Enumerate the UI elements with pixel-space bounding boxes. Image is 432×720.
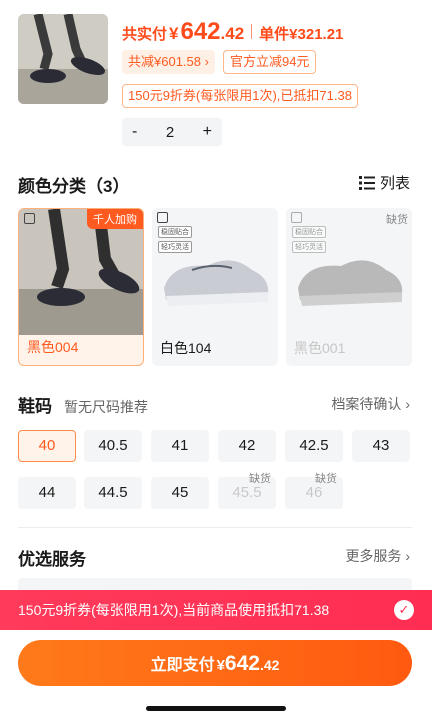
size-option[interactable]: 41 bbox=[151, 430, 209, 462]
price-separator bbox=[251, 24, 253, 39]
list-icon bbox=[358, 175, 375, 190]
pay-currency: ¥ bbox=[216, 657, 225, 674]
price-summary: 共实付 ¥ 642 .42 单件¥321.21 bbox=[122, 18, 343, 46]
chevron-right-icon: › bbox=[204, 54, 209, 69]
color-name: 黑色004 bbox=[27, 339, 79, 355]
color-name: 黑色001 bbox=[294, 340, 346, 356]
out-of-stock-label: 缺货 bbox=[249, 473, 271, 485]
services-title: 优选服务 bbox=[18, 550, 86, 569]
size-recommendation: 暂无尺码推荐 bbox=[64, 399, 148, 415]
total-label: 共实付 bbox=[122, 26, 168, 43]
price-integer: 642 bbox=[180, 18, 221, 45]
feature-tags: 稳固贴合 轻巧灵活 bbox=[158, 226, 192, 253]
size-option[interactable]: 43 bbox=[352, 430, 410, 462]
color-name: 白色104 bbox=[160, 340, 212, 356]
product-thumbnail[interactable] bbox=[18, 14, 108, 104]
brand-logo-icon bbox=[157, 212, 168, 223]
size-option[interactable]: 45 bbox=[151, 477, 209, 509]
currency-symbol: ¥ bbox=[169, 24, 179, 43]
unit-price: 单件¥321.21 bbox=[259, 26, 344, 43]
section-divider bbox=[18, 527, 412, 528]
popular-badge: 千人加购 bbox=[87, 209, 143, 229]
increase-button[interactable]: + bbox=[203, 123, 212, 141]
list-view-toggle[interactable]: 列表 bbox=[358, 172, 410, 193]
size-title: 鞋码 bbox=[18, 397, 52, 416]
list-view-label: 列表 bbox=[379, 175, 410, 192]
total-discount-tag[interactable]: 共减¥601.58 › bbox=[122, 50, 215, 74]
coupon-applied-banner: 150元9折券(每张限用1次),当前商品使用抵扣71.38 ✓ bbox=[0, 590, 432, 630]
chevron-right-icon: › bbox=[405, 396, 410, 412]
quantity-value[interactable]: 2 bbox=[166, 124, 174, 141]
color-option-black-001[interactable]: 缺货 稳固贴合 轻巧灵活 黑色001 bbox=[286, 208, 412, 366]
quantity-stepper: - 2 + bbox=[122, 118, 222, 146]
profile-link[interactable]: 档案待确认 › bbox=[331, 394, 410, 414]
size-option[interactable]: 44.5 bbox=[84, 477, 142, 509]
pay-label: 立即支付 bbox=[150, 657, 215, 674]
feature-tags: 稳固贴合 轻巧灵活 bbox=[292, 226, 326, 253]
discount-tags: 共减¥601.58 › 官方立减94元 bbox=[122, 50, 317, 74]
chevron-right-icon: › bbox=[405, 548, 410, 564]
more-services-link[interactable]: 更多服务 › bbox=[345, 546, 410, 566]
size-section-header: 鞋码 暂无尺码推荐 bbox=[18, 392, 148, 417]
brand-logo-icon bbox=[291, 212, 302, 223]
color-option-white-104[interactable]: 稳固贴合 轻巧灵活 白色104 bbox=[152, 208, 278, 366]
coupon-tag: 150元9折券(每张限用1次),已抵扣71.38 bbox=[122, 84, 358, 108]
color-section-title: 颜色分类（3） bbox=[18, 177, 130, 196]
decrease-button[interactable]: - bbox=[132, 123, 137, 141]
price-decimal: .42 bbox=[220, 24, 245, 43]
services-panel bbox=[18, 578, 412, 590]
home-indicator bbox=[146, 706, 286, 711]
size-option[interactable]: 44 bbox=[18, 477, 76, 509]
official-discount-tag: 官方立减94元 bbox=[222, 50, 317, 74]
pay-price-decimal: .42 bbox=[259, 657, 280, 673]
color-option-black-004[interactable]: 千人加购 黑色004 bbox=[18, 208, 144, 366]
size-option[interactable]: 40.5 bbox=[84, 430, 142, 462]
pay-price-integer: 642 bbox=[224, 652, 260, 675]
out-of-stock-label: 缺货 bbox=[315, 473, 337, 485]
coupon-banner-text: 150元9折券(每张限用1次),当前商品使用抵扣71.38 bbox=[18, 602, 330, 618]
size-option[interactable]: 42.5 bbox=[285, 430, 343, 462]
check-icon[interactable]: ✓ bbox=[394, 600, 414, 620]
out-of-stock-badge: 缺货 bbox=[386, 214, 408, 226]
zoom-icon[interactable] bbox=[24, 213, 35, 224]
size-option[interactable]: 40 bbox=[18, 430, 76, 462]
pay-now-button[interactable]: 立即支付 ¥ 642 .42 bbox=[18, 640, 412, 686]
size-option[interactable]: 42 bbox=[218, 430, 276, 462]
